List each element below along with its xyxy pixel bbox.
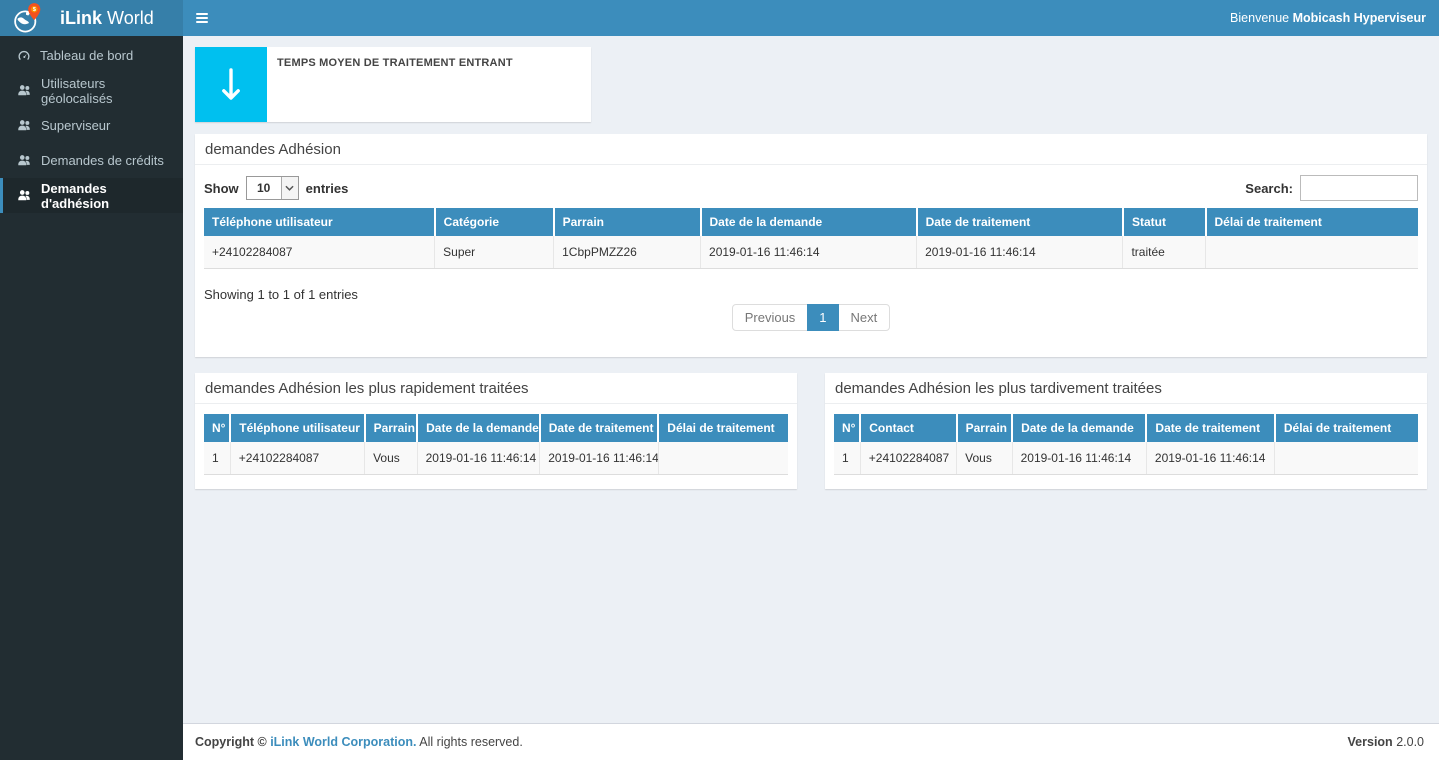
sidebar: Tableau de bord Utilisateurs géolocalisé… xyxy=(0,36,183,760)
showing-entries-text: Showing 1 to 1 of 1 entries xyxy=(204,287,1418,302)
cell-date-demande: 2019-01-16 11:46:14 xyxy=(1012,442,1146,475)
col-categorie[interactable]: Catégorie xyxy=(435,208,554,236)
sidebar-item-demandes-adhesion[interactable]: Demandes d'adhésion xyxy=(0,178,183,213)
search-input[interactable] xyxy=(1300,175,1418,201)
cell-telephone: +24102284087 xyxy=(204,236,435,269)
info-box-label: TEMPS MOYEN DE TRAITEMENT ENTRANT xyxy=(277,57,513,69)
chevron-down-icon xyxy=(281,177,298,199)
latest-table: N° Contact Parrain Date de la demande Da… xyxy=(834,414,1418,475)
entries-label: entries xyxy=(306,181,349,196)
company-link[interactable]: iLink World Corporation. xyxy=(270,735,416,749)
page-length-value: 10 xyxy=(247,177,281,199)
cell-parrain: Vous xyxy=(365,442,418,475)
show-label: Show xyxy=(204,181,239,196)
dashboard-icon xyxy=(17,49,31,63)
app-title: iLink World xyxy=(60,8,154,29)
cell-delai-traitement xyxy=(1275,442,1418,475)
col-telephone[interactable]: Téléphone utilisateur xyxy=(204,208,435,236)
sidebar-item-superviseur[interactable]: Superviseur xyxy=(0,108,183,143)
col-parrain: Parrain xyxy=(365,414,418,442)
col-date-demande[interactable]: Date de la demande xyxy=(701,208,917,236)
col-telephone: Téléphone utilisateur xyxy=(230,414,364,442)
cell-date-traitement: 2019-01-16 11:46:14 xyxy=(1146,442,1274,475)
version-text: Version 2.0.0 xyxy=(1348,735,1424,749)
table-row: 1 +24102284087 Vous 2019-01-16 11:46:14 … xyxy=(834,442,1418,475)
col-statut[interactable]: Statut xyxy=(1123,208,1206,236)
col-delai-traitement: Délai de traitement xyxy=(658,414,788,442)
long-arrow-down-icon xyxy=(195,47,267,122)
pagination-previous-button[interactable]: Previous xyxy=(732,304,809,331)
sidebar-item-label: Utilisateurs géolocalisés xyxy=(41,76,169,106)
welcome-text: Bienvenue Mobicash Hyperviseur xyxy=(1230,11,1426,25)
sidebar-item-utilisateurs-geolocalises[interactable]: Utilisateurs géolocalisés xyxy=(0,73,183,108)
ilink-globe-logo-icon: $ xyxy=(11,2,44,35)
cell-delai-traitement xyxy=(1206,236,1418,269)
info-box-temps-moyen: TEMPS MOYEN DE TRAITEMENT ENTRANT xyxy=(195,47,591,122)
page-length-select[interactable]: 10 xyxy=(246,176,299,200)
cell-parrain: 1CbpPMZZ26 xyxy=(554,236,701,269)
table-header-row: N° Contact Parrain Date de la demande Da… xyxy=(834,414,1418,442)
sidebar-toggle-icon[interactable] xyxy=(196,13,208,23)
col-parrain: Parrain xyxy=(957,414,1012,442)
cell-date-traitement: 2019-01-16 11:46:14 xyxy=(917,236,1123,269)
table-header-row: Téléphone utilisateur Catégorie Parrain … xyxy=(204,208,1418,236)
table-header-row: N° Téléphone utilisateur Parrain Date de… xyxy=(204,414,788,442)
col-date-traitement: Date de traitement xyxy=(540,414,659,442)
col-numero: N° xyxy=(834,414,860,442)
fastest-table: N° Téléphone utilisateur Parrain Date de… xyxy=(204,414,788,475)
col-contact: Contact xyxy=(860,414,956,442)
top-navbar: $ iLink World Bienvenue Mobicash Hypervi… xyxy=(0,0,1439,36)
panel-title: demandes Adhésion les plus tardivement t… xyxy=(825,373,1427,404)
sidebar-item-label: Demandes de crédits xyxy=(41,153,164,168)
cell-statut: traitée xyxy=(1123,236,1206,269)
content-area: TEMPS MOYEN DE TRAITEMENT ENTRANT demand… xyxy=(183,36,1439,723)
panel-demandes-adhesion: demandes Adhésion Show 10 entries xyxy=(195,134,1427,357)
users-icon xyxy=(17,84,32,97)
pagination-next-button[interactable]: Next xyxy=(838,304,891,331)
pagination: Previous 1 Next xyxy=(732,304,891,331)
table-row: +24102284087 Super 1CbpPMZZ26 2019-01-16… xyxy=(204,236,1418,269)
panel-title: demandes Adhésion xyxy=(195,134,1427,165)
cell-date-demande: 2019-01-16 11:46:14 xyxy=(417,442,540,475)
col-date-traitement[interactable]: Date de traitement xyxy=(917,208,1123,236)
col-date-demande: Date de la demande xyxy=(1012,414,1146,442)
cell-delai-traitement xyxy=(658,442,788,475)
cell-telephone: +24102284087 xyxy=(230,442,364,475)
brand[interactable]: $ iLink World xyxy=(0,0,183,36)
col-date-traitement: Date de traitement xyxy=(1146,414,1274,442)
sidebar-item-demandes-de-credits[interactable]: Demandes de crédits xyxy=(0,143,183,178)
cell-date-demande: 2019-01-16 11:46:14 xyxy=(701,236,917,269)
navbar: Bienvenue Mobicash Hyperviseur xyxy=(183,0,1439,36)
cell-parrain: Vous xyxy=(957,442,1012,475)
cell-contact: +24102284087 xyxy=(860,442,956,475)
users-icon xyxy=(17,189,32,202)
sidebar-item-label: Superviseur xyxy=(41,118,110,133)
page-footer: Copyright © iLink World Corporation. All… xyxy=(183,723,1439,760)
panel-fastest-adhesions: demandes Adhésion les plus rapidement tr… xyxy=(195,373,797,489)
cell-categorie: Super xyxy=(435,236,554,269)
search-label: Search: xyxy=(1245,181,1293,196)
cell-numero: 1 xyxy=(204,442,230,475)
col-delai-traitement[interactable]: Délai de traitement xyxy=(1206,208,1418,236)
adhesion-table: Téléphone utilisateur Catégorie Parrain … xyxy=(204,208,1418,269)
panel-title: demandes Adhésion les plus rapidement tr… xyxy=(195,373,797,404)
col-numero: N° xyxy=(204,414,230,442)
col-delai-traitement: Délai de traitement xyxy=(1275,414,1418,442)
pagination-page-1-button[interactable]: 1 xyxy=(807,304,838,331)
copyright-text: Copyright © iLink World Corporation. All… xyxy=(195,735,523,749)
cell-date-traitement: 2019-01-16 11:46:14 xyxy=(540,442,659,475)
col-parrain[interactable]: Parrain xyxy=(554,208,701,236)
table-row: 1 +24102284087 Vous 2019-01-16 11:46:14 … xyxy=(204,442,788,475)
users-icon xyxy=(17,154,32,167)
cell-numero: 1 xyxy=(834,442,860,475)
panel-latest-adhesions: demandes Adhésion les plus tardivement t… xyxy=(825,373,1427,489)
users-icon xyxy=(17,119,32,132)
sidebar-item-label: Tableau de bord xyxy=(40,48,133,63)
sidebar-item-label: Demandes d'adhésion xyxy=(41,181,169,211)
sidebar-item-tableau-de-bord[interactable]: Tableau de bord xyxy=(0,38,183,73)
col-date-demande: Date de la demande xyxy=(417,414,540,442)
